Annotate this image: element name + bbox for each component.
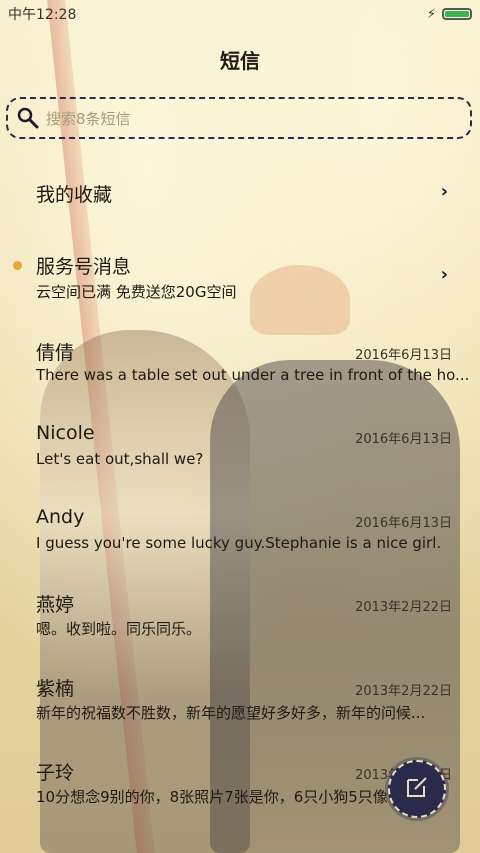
service-preview: 云空间已满 免费送您20G空间 — [36, 283, 237, 301]
message-date: 2016年6月13日 — [355, 348, 452, 363]
favorites-row[interactable]: 我的收藏 › — [0, 150, 480, 234]
message-preview: Let's eat out,shall we? — [36, 450, 204, 468]
contact-name: 倩倩 — [36, 342, 75, 364]
contact-name: 子玲 — [36, 762, 75, 784]
message-preview: I guess you're some lucky guy.Stephanie … — [36, 534, 442, 552]
list-item[interactable]: 紫楠 2013年2月22日 新年的祝福数不胜数，新年的愿望好多好多，新年的问候.… — [0, 654, 480, 738]
compose-button[interactable] — [388, 760, 446, 818]
contact-name: Nicole — [36, 422, 95, 444]
unread-dot — [13, 261, 22, 270]
chevron-right-icon: › — [440, 181, 448, 202]
chevron-right-icon: › — [440, 264, 448, 285]
page-title: 短信 — [220, 49, 260, 73]
message-date: 2016年6月13日 — [355, 516, 452, 531]
search-icon — [16, 106, 40, 130]
service-label: 服务号消息 — [36, 256, 132, 278]
contact-name: 紫楠 — [36, 678, 75, 700]
message-preview: 新年的祝福数不胜数，新年的愿望好多好多，新年的问候... — [36, 704, 426, 722]
list-item[interactable]: 倩倩 2016年6月13日 There was a table set out … — [0, 318, 480, 402]
message-preview: 嗯。收到啦。同乐同乐。 — [36, 620, 202, 638]
message-date: 2013年2月22日 — [355, 684, 452, 699]
battery-icon — [442, 8, 472, 20]
search-input[interactable]: 搜索8条短信 — [6, 97, 472, 139]
message-date: 2016年6月13日 — [355, 432, 452, 447]
contact-name: 燕婷 — [36, 594, 75, 616]
list-item[interactable]: Andy 2016年6月13日 I guess you're some luck… — [0, 486, 480, 570]
search-placeholder: 搜索8条短信 — [46, 109, 131, 128]
list-item[interactable]: Nicole 2016年6月13日 Let's eat out,shall we… — [0, 402, 480, 486]
contact-name: Andy — [36, 506, 85, 528]
status-bar: 中午12:28 ⚡ — [0, 0, 480, 28]
message-preview: 10分想念9别的你，8张照片7张是你，6只小狗5只像 — [36, 788, 388, 806]
list-item[interactable]: 燕婷 2013年2月22日 嗯。收到啦。同乐同乐。 — [0, 570, 480, 654]
service-messages-row[interactable]: 服务号消息 云空间已满 免费送您20G空间 › — [0, 234, 480, 318]
charging-icon: ⚡ — [426, 6, 436, 22]
compose-icon — [405, 775, 429, 803]
message-preview: There was a table set out under a tree i… — [36, 366, 470, 384]
status-time: 中午12:28 — [8, 7, 77, 23]
favorites-label: 我的收藏 — [36, 184, 113, 206]
message-date: 2013年2月22日 — [355, 600, 452, 615]
